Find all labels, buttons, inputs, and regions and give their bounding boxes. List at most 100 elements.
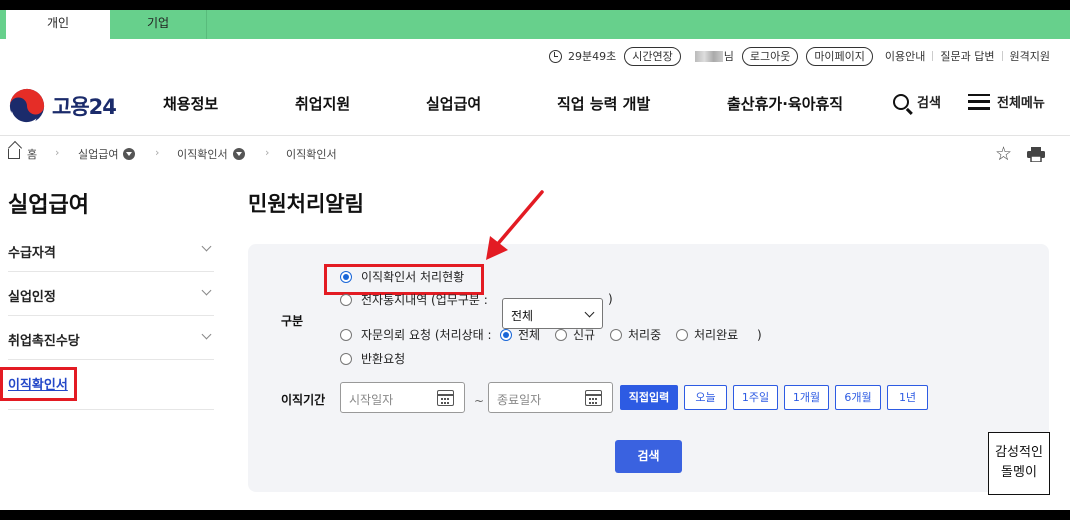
radio-status-all[interactable]: 전체 xyxy=(500,326,540,343)
util-divider xyxy=(1001,51,1003,61)
search-icon xyxy=(893,93,909,110)
radio-unselected-icon xyxy=(340,328,352,341)
radio-unselected-icon xyxy=(676,328,688,341)
session-timer: 29분49초 xyxy=(567,50,617,63)
radio-label: 처리완료 xyxy=(694,328,739,342)
mypage-button[interactable]: 마이페이지 xyxy=(806,46,873,66)
remote-support-link[interactable]: 원격지원 xyxy=(1010,48,1050,64)
radio-label: 반환요청 xyxy=(361,352,406,366)
start-date-placeholder: 시작일자 xyxy=(349,393,394,407)
tab-personal[interactable]: 개인 xyxy=(6,10,110,39)
search-submit-button[interactable]: 검색 xyxy=(615,440,682,473)
page: 개인 기업 29분49초 시간연장 님 로그아웃 마이페이지 이용안내 질문과 … xyxy=(0,10,1070,510)
period-today-button[interactable]: 오늘 xyxy=(684,385,727,410)
taegeuk-logo-icon xyxy=(9,88,45,125)
chevron-right-icon: › xyxy=(265,146,270,159)
extend-time-button[interactable]: 시간연장 xyxy=(624,46,681,66)
sidebar-item-label: 수급자격 xyxy=(8,246,56,261)
star-icon[interactable]: ☆ xyxy=(995,145,1012,164)
start-date-input[interactable]: 시작일자 xyxy=(340,382,465,413)
chevron-right-icon: › xyxy=(55,146,60,159)
period-1week-button[interactable]: 1주일 xyxy=(733,385,778,410)
paren-close: ) xyxy=(757,328,762,342)
red-highlight-box xyxy=(0,367,77,401)
radio-unselected-icon xyxy=(340,352,352,365)
radio-advisory-request[interactable]: 자문의뢰 요청 (처리상태 : xyxy=(340,326,492,343)
tab-divider xyxy=(206,10,207,39)
watermark-line: 감성적인 xyxy=(995,445,1043,460)
radio-unselected-icon xyxy=(340,293,352,306)
dropdown-circle-icon[interactable] xyxy=(123,148,135,160)
select-value: 전체 xyxy=(511,309,534,323)
guide-link[interactable]: 이용안내 xyxy=(885,48,925,64)
period-label: 이직기간 xyxy=(281,393,326,407)
qna-link[interactable]: 질문과 답변 xyxy=(940,48,994,64)
site-logo[interactable]: 고용24 xyxy=(8,86,117,126)
nav-jobs[interactable]: 채용정보 xyxy=(163,93,218,114)
nav-employment-support[interactable]: 취업지원 xyxy=(295,93,350,114)
nav-parental-leave[interactable]: 출산휴가·육아휴직 xyxy=(727,93,843,114)
logout-button[interactable]: 로그아웃 xyxy=(741,46,799,66)
sidebar-item-eligibility[interactable]: 수급자격 xyxy=(8,228,214,272)
sidebar-title: 실업급여 xyxy=(8,193,89,218)
watermark-line: 돌멩이 xyxy=(1001,465,1037,480)
business-type-select[interactable]: 전체 xyxy=(502,298,603,329)
period-1month-button[interactable]: 1개월 xyxy=(784,385,829,410)
sidebar-item-promotion-allowance[interactable]: 취업촉진수당 xyxy=(8,316,214,360)
calendar-icon[interactable] xyxy=(585,390,602,406)
home-icon xyxy=(8,149,20,159)
clock-icon xyxy=(548,49,562,63)
breadcrumb-level1[interactable]: 실업급여 xyxy=(78,146,118,162)
chevron-down-icon xyxy=(584,307,595,318)
period-6month-button[interactable]: 6개월 xyxy=(835,385,881,410)
radio-label: 전체 xyxy=(518,328,541,342)
radio-status-done[interactable]: 처리완료 xyxy=(676,326,738,343)
paren-close: ) xyxy=(608,292,613,306)
period-1year-button[interactable]: 1년 xyxy=(887,385,928,410)
radio-return-request[interactable]: 반환요청 xyxy=(340,350,405,367)
search-label: 검색 xyxy=(917,96,941,111)
direct-input-button[interactable]: 직접입력 xyxy=(620,385,678,410)
user-suffix: 님 xyxy=(723,50,734,63)
nav-unemployment-benefit[interactable]: 실업급여 xyxy=(426,93,481,114)
radio-status-new[interactable]: 신규 xyxy=(555,326,595,343)
nav-skill-development[interactable]: 직업 능력 개발 xyxy=(557,93,650,114)
radio-e-notice[interactable]: 전자통지내역 (업무구분 : xyxy=(340,291,488,308)
all-menu-button[interactable]: 전체메뉴 xyxy=(968,92,1045,111)
radio-unselected-icon xyxy=(555,328,567,341)
sidebar-item-label: 취업촉진수당 xyxy=(8,334,80,349)
logo-text: 고용24 xyxy=(52,95,117,119)
radio-status-processing[interactable]: 처리중 xyxy=(610,326,661,343)
end-date-input[interactable]: 종료일자 xyxy=(488,382,613,413)
chevron-down-icon xyxy=(201,241,212,252)
breadcrumb-current: 이직확인서 xyxy=(286,148,337,161)
masked-username xyxy=(694,50,723,62)
dropdown-circle-icon[interactable] xyxy=(233,148,245,160)
chevron-right-icon: › xyxy=(155,146,160,159)
main-navigation: 고용24 채용정보 취업지원 실업급여 직업 능력 개발 출산휴가·육아휴직 검… xyxy=(0,80,1070,136)
radio-label: 자문의뢰 요청 (처리상태 : xyxy=(361,328,492,342)
category-label: 구분 xyxy=(281,314,304,328)
breadcrumb-level2[interactable]: 이직확인서 xyxy=(177,146,228,162)
chevron-down-icon xyxy=(201,329,212,340)
printer-icon[interactable] xyxy=(1027,147,1045,162)
hamburger-icon xyxy=(968,93,990,110)
breadcrumb: 홈 › 실업급여 › 이직확인서 › 이직확인서 ☆ xyxy=(0,144,1070,164)
tab-business[interactable]: 기업 xyxy=(110,10,206,39)
radio-selected-icon xyxy=(500,328,512,341)
sidebar-item-recognition[interactable]: 실업인정 xyxy=(8,272,214,316)
search-button[interactable]: 검색 xyxy=(893,92,941,111)
radio-unselected-icon xyxy=(610,328,622,341)
radio-label: 전자통지내역 (업무구분 : xyxy=(361,293,488,307)
end-date-placeholder: 종료일자 xyxy=(497,393,542,407)
radio-label: 처리중 xyxy=(628,328,662,342)
all-menu-label: 전체메뉴 xyxy=(997,96,1045,111)
range-tilde: ~ xyxy=(474,394,485,408)
calendar-icon[interactable] xyxy=(437,390,454,406)
radio-label: 신규 xyxy=(573,328,596,342)
util-divider xyxy=(932,51,934,61)
sidebar-item-label: 실업인정 xyxy=(8,290,56,305)
chevron-down-icon xyxy=(201,285,212,296)
breadcrumb-home[interactable]: 홈 xyxy=(27,146,37,162)
utility-bar: 29분49초 시간연장 님 로그아웃 마이페이지 이용안내 질문과 답변 원격지… xyxy=(548,46,1050,66)
